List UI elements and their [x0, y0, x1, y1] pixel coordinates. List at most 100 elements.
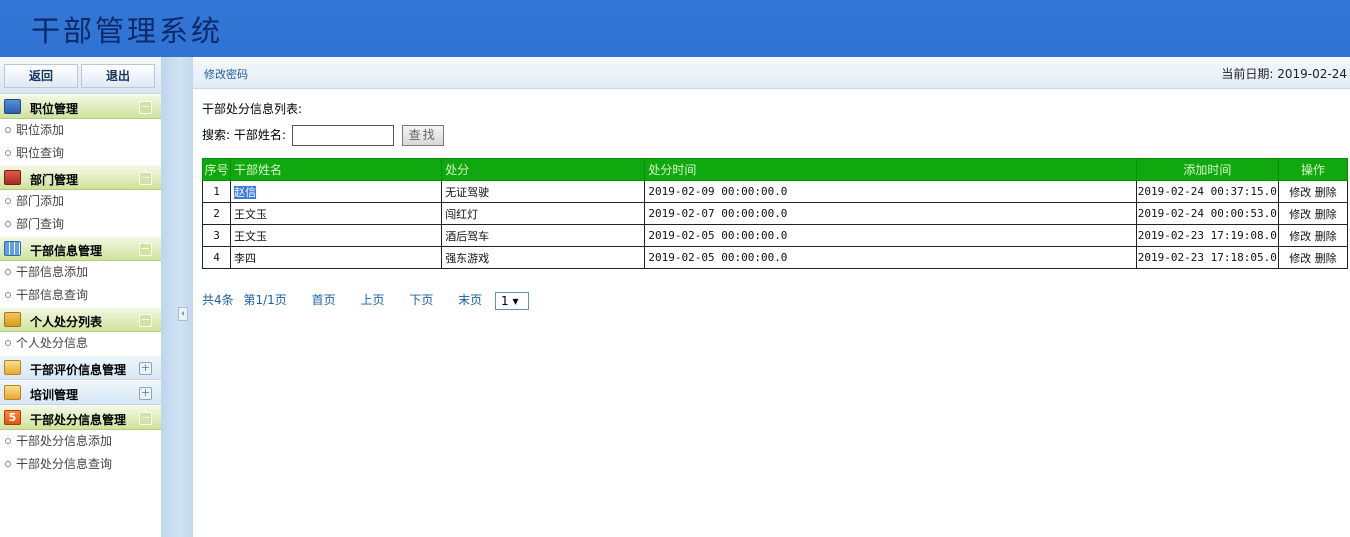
punishment: 强东游戏	[441, 246, 646, 269]
folder-icon	[4, 385, 21, 400]
punishment: 闯红灯	[441, 202, 646, 225]
bullet-icon	[5, 438, 11, 444]
cadre-name: 李四	[230, 246, 443, 269]
section-label: 职位管理	[30, 102, 79, 116]
section-label: 干部评价信息管理	[30, 363, 127, 377]
delete-link[interactable]: 删除	[1315, 208, 1337, 221]
expand-icon[interactable]: +	[139, 387, 152, 400]
cadre-name: 赵信	[230, 180, 443, 203]
section-label: 部门管理	[30, 173, 79, 187]
change-password-link[interactable]: 修改密码	[204, 66, 248, 82]
next-page-link[interactable]: 下页	[409, 293, 433, 307]
bullet-icon	[5, 198, 11, 204]
table-icon	[4, 241, 21, 256]
add-time: 2019-02-23 17:19:08.0	[1135, 224, 1279, 247]
column-header: 添加时间	[1135, 158, 1279, 181]
punish-time: 2019-02-05 00:00:00.0	[644, 224, 1137, 247]
section-cadre-evaluation-management[interactable]: 干部评价信息管理 +	[0, 355, 161, 380]
add-time: 2019-02-24 00:37:15.0	[1135, 180, 1279, 203]
search-field-label: 干部姓名:	[233, 128, 286, 142]
table-header-row: 序号 干部姓名 处分 处分时间 添加时间 操作	[201, 158, 1349, 181]
back-button[interactable]: 返回	[4, 64, 78, 88]
bullet-icon	[5, 461, 11, 467]
sidebar-item-position-add[interactable]: 职位添加	[0, 119, 161, 142]
edit-link[interactable]: 修改	[1289, 208, 1311, 221]
prev-page-link[interactable]: 上页	[360, 293, 384, 307]
sidebar-item-cadre-punishment-add[interactable]: 干部处分信息添加	[0, 430, 161, 453]
sidebar-item-cadre-punishment-query[interactable]: 干部处分信息查询	[0, 453, 161, 476]
exit-button[interactable]: 退出	[81, 64, 155, 88]
sidebar-splitter: ‹	[161, 57, 193, 537]
collapse-icon[interactable]: −	[139, 101, 152, 114]
search-button[interactable]: 查找	[401, 125, 444, 146]
list-caption: 干部处分信息列表:	[202, 102, 303, 116]
delete-link[interactable]: 删除	[1315, 252, 1337, 265]
column-header: 序号	[201, 158, 232, 181]
table-row: 2 王文玉 闯红灯 2019-02-07 00:00:00.0 2019-02-…	[201, 202, 1349, 225]
folder-icon	[4, 312, 21, 327]
column-header: 操作	[1277, 158, 1349, 181]
collapse-sidebar-icon[interactable]: ‹	[178, 307, 188, 321]
section-department-management[interactable]: 部门管理 −	[0, 165, 161, 190]
pagination: 共4条 第1/1页 首页 上页 下页 末页 1 ▾	[202, 291, 550, 310]
section-cadre-info-management[interactable]: 干部信息管理 −	[0, 236, 161, 261]
sidebar-top-buttons: 返回 退出	[0, 57, 161, 94]
column-header: 处分	[441, 158, 646, 181]
collapse-icon[interactable]: −	[139, 172, 152, 185]
row-number: 1	[201, 180, 232, 203]
punishment-table: 序号 干部姓名 处分 处分时间 添加时间 操作 1 赵信 无证驾驶 2019-0…	[201, 158, 1349, 269]
column-header: 干部姓名	[230, 158, 443, 181]
edit-link[interactable]: 修改	[1289, 252, 1311, 265]
bullet-icon	[5, 150, 11, 156]
section-label: 干部信息管理	[30, 244, 103, 258]
monitor-icon	[4, 99, 21, 114]
row-number: 3	[201, 224, 232, 247]
section-position-management[interactable]: 职位管理 −	[0, 94, 161, 119]
collapse-icon[interactable]: −	[139, 314, 152, 327]
column-header: 处分时间	[644, 158, 1137, 181]
page-select[interactable]: 1 ▾	[495, 291, 529, 310]
section-personal-punishment-list[interactable]: 个人处分列表 −	[0, 307, 161, 332]
row-actions: 修改 删除	[1277, 246, 1349, 269]
add-time: 2019-02-23 17:18:05.0	[1135, 246, 1279, 269]
folder-icon	[4, 360, 21, 375]
section-cadre-punishment-management[interactable]: 5 干部处分信息管理 −	[0, 405, 161, 430]
section-label: 个人处分列表	[30, 315, 103, 329]
main-content: 修改密码 当前日期: 2019-02-24 干部处分信息列表: 搜索: 干部姓名…	[193, 57, 1350, 537]
delete-link[interactable]: 删除	[1315, 230, 1337, 243]
collapse-icon[interactable]: −	[139, 243, 152, 256]
app-header: 干部管理系统	[0, 0, 1350, 57]
bullet-icon	[5, 292, 11, 298]
row-actions: 修改 删除	[1277, 202, 1349, 225]
calendar-icon	[4, 170, 21, 185]
collapse-icon[interactable]: −	[139, 412, 152, 425]
sidebar-item-cadre-add[interactable]: 干部信息添加	[0, 261, 161, 284]
current-date: 当前日期: 2019-02-24	[1221, 67, 1347, 81]
sidebar-item-position-query[interactable]: 职位查询	[0, 142, 161, 165]
page-info: 第1/1页	[243, 293, 287, 307]
cadre-name: 王文玉	[230, 224, 443, 247]
sidebar-item-department-query[interactable]: 部门查询	[0, 213, 161, 236]
number-five-icon: 5	[4, 410, 21, 425]
expand-icon[interactable]: +	[139, 362, 152, 375]
table-row: 3 王文玉 酒后驾车 2019-02-05 00:00:00.0 2019-02…	[201, 224, 1349, 247]
row-actions: 修改 删除	[1277, 180, 1349, 203]
app-title: 干部管理系统	[31, 14, 224, 48]
sidebar-item-cadre-query[interactable]: 干部信息查询	[0, 284, 161, 307]
cadre-name-input[interactable]	[291, 125, 394, 146]
search-label: 搜索:	[202, 128, 231, 142]
edit-link[interactable]: 修改	[1289, 186, 1311, 199]
section-training-management[interactable]: 培训管理 +	[0, 380, 161, 405]
edit-link[interactable]: 修改	[1289, 230, 1311, 243]
sidebar-item-personal-punishment[interactable]: 个人处分信息	[0, 332, 161, 355]
punish-time: 2019-02-07 00:00:00.0	[644, 202, 1137, 225]
first-page-link[interactable]: 首页	[312, 293, 336, 307]
search-bar: 搜索: 干部姓名: 查找	[202, 125, 444, 146]
add-time: 2019-02-24 00:00:53.0	[1135, 202, 1279, 225]
sidebar: 返回 退出 职位管理 − 职位添加 职位查询 部门管理 − 部门添加 部门查询 …	[0, 57, 161, 537]
sidebar-item-department-add[interactable]: 部门添加	[0, 190, 161, 213]
delete-link[interactable]: 删除	[1315, 186, 1337, 199]
punish-time: 2019-02-05 00:00:00.0	[644, 246, 1137, 269]
row-actions: 修改 删除	[1277, 224, 1349, 247]
last-page-link[interactable]: 末页	[458, 293, 482, 307]
